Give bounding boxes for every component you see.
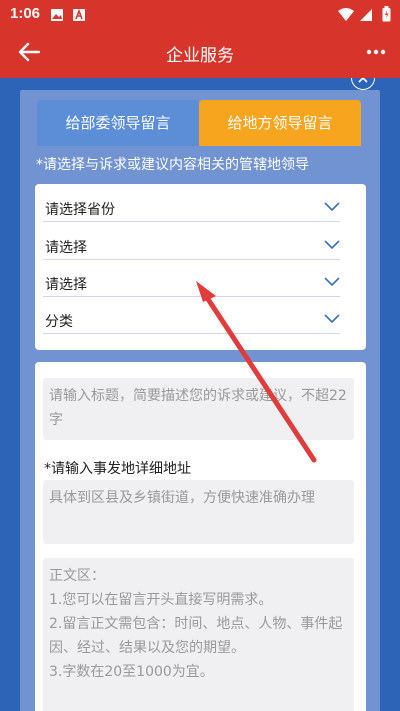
select-label: 请选择省份 (45, 202, 115, 218)
tab-local-leaders[interactable]: 给地方领导留言 (199, 100, 361, 146)
tab-ministry-leaders[interactable]: 给部委领导留言 (37, 100, 199, 146)
chevron-down-icon (324, 240, 340, 250)
select-label: 请选择 (45, 240, 87, 256)
chevron-down-icon (324, 314, 340, 324)
body-textarea[interactable]: 正文区： 1.您可以在留言开头直接写明需求。 2.留言正文需包含：时间、地点、人… (43, 558, 354, 711)
category-select[interactable]: 分类 (43, 296, 340, 334)
city-select[interactable]: 请选择 (43, 222, 340, 260)
province-select[interactable]: 请选择省份 (43, 184, 340, 222)
hint-text: *请选择与诉求或建议内容相关的管辖地领导 (36, 157, 309, 173)
message-form: 请输入标题，简要描述您的诉求或建议，不超22字 *请输入事发地详细地址 具体到区… (35, 362, 366, 711)
region-select-card: 请选择省份 请选择 请选择 分类 (35, 184, 366, 350)
select-label: 请选择 (45, 277, 87, 293)
status-time: 1:06 (10, 5, 41, 22)
chevron-down-icon (324, 277, 340, 287)
leader-select[interactable]: 请选择 (43, 259, 340, 297)
image-icon (50, 7, 64, 26)
battery-icon (382, 6, 391, 26)
status-bar: 1:06 (0, 0, 400, 28)
wifi-icon (338, 7, 354, 26)
signal-icon (359, 7, 373, 26)
more-dots-icon-overlay[interactable] (366, 42, 386, 66)
address-label: *请输入事发地详细地址 (44, 461, 191, 477)
text-a-icon (72, 7, 86, 26)
address-input[interactable]: 具体到区县及乡镇街道，方便快速准确办理 (43, 480, 354, 544)
chevron-down-icon (324, 202, 340, 212)
title-input[interactable]: 请输入标题，简要描述您的诉求或建议，不超22字 (43, 378, 354, 440)
select-label: 分类 (45, 314, 73, 330)
